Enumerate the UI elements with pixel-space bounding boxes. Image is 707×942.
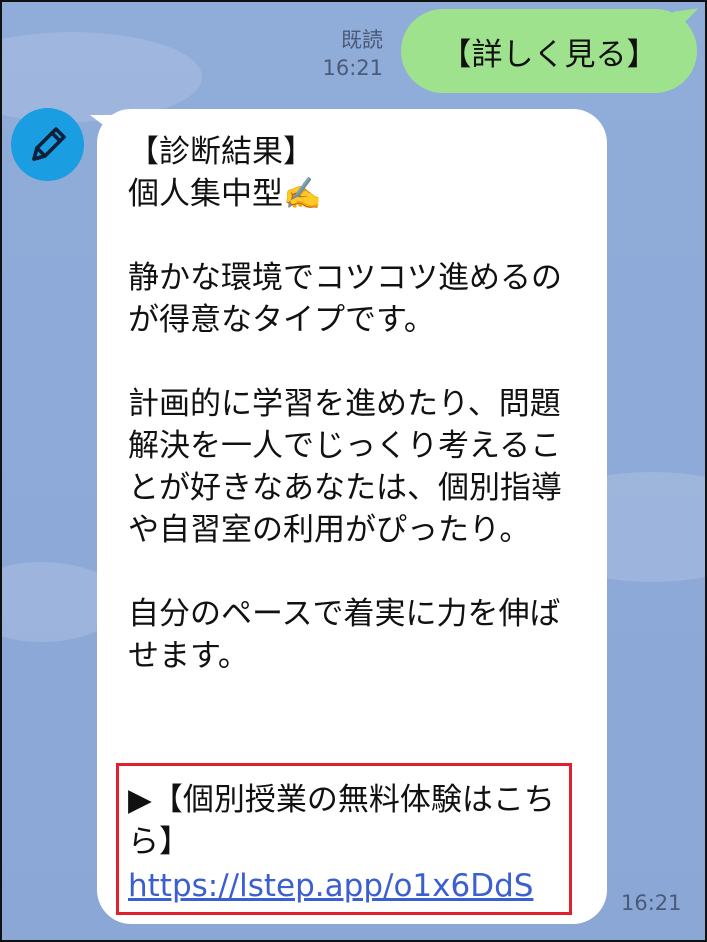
read-receipt: 既読	[341, 28, 383, 52]
sent-time: 16:21	[322, 56, 383, 80]
received-time: 16:21	[621, 891, 682, 915]
sent-message-meta: 既読 16:21	[322, 26, 383, 82]
trial-link[interactable]: https://lstep.app/o1x6DdS	[128, 866, 533, 906]
chat-screen: 既読 16:21 【詳しく見る】 【診断結果】 個人集中型✍️ 静かな環境でコツ…	[0, 0, 707, 942]
sent-message-text: 【詳しく見る】	[440, 36, 658, 73]
sent-message-bubble[interactable]: 【詳しく見る】	[401, 9, 697, 93]
pencil-icon	[31, 126, 66, 161]
bot-avatar[interactable]	[11, 108, 84, 181]
link-label: ▶【個別授業の無料体験はこちら】	[128, 782, 555, 860]
received-message-text: 【診断結果】 個人集中型✍️ 静かな環境でコツコツ進めるのが得意なタイプです。 …	[128, 134, 562, 674]
